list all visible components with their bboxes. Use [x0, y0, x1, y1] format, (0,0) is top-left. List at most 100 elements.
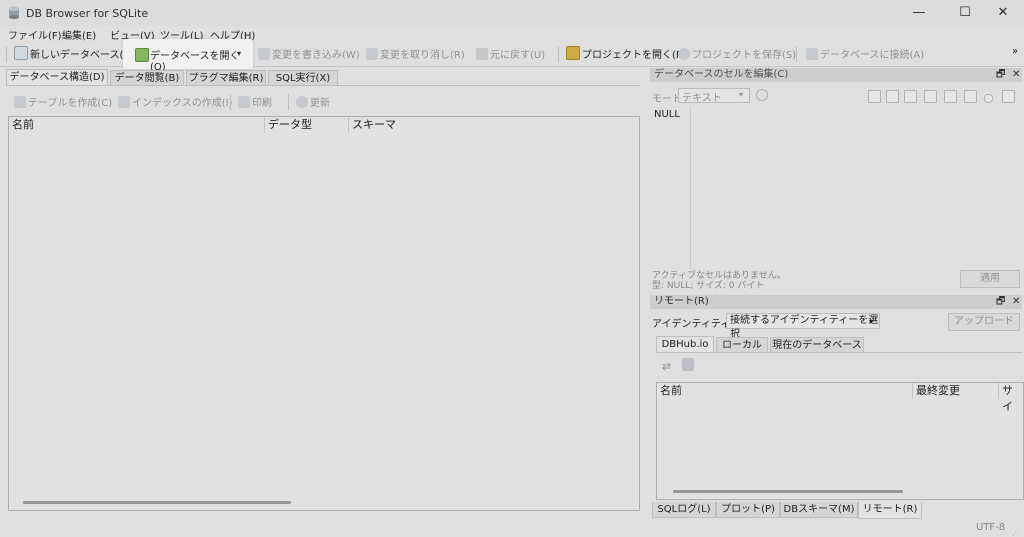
tab-database-structure[interactable]: データベース構造(D): [6, 69, 108, 86]
open-project-button[interactable]: プロジェクトを開く(P): [566, 46, 686, 62]
tab-plot[interactable]: プロット(P): [716, 502, 780, 518]
gear-icon[interactable]: [756, 89, 768, 101]
write-changes-button[interactable]: 変更を書き込み(W): [258, 46, 360, 62]
attach-database-icon: [806, 48, 818, 60]
attach-database-label: データベースに接続(A): [820, 50, 925, 61]
tab-underline: [656, 352, 1022, 353]
tab-underline: [6, 85, 640, 86]
sync-icon[interactable]: ⇄: [662, 360, 671, 373]
mode-select[interactable]: テキスト ▾: [678, 88, 750, 104]
save-project-icon: [678, 48, 690, 60]
horizontal-scrollbar[interactable]: [23, 501, 291, 504]
set-null-icon[interactable]: [904, 90, 917, 103]
save-project-label: プロジェクトを保存(S): [692, 50, 797, 61]
chevron-down-icon: ▾: [869, 317, 874, 326]
open-project-folder-icon: [566, 46, 580, 60]
undo-button[interactable]: 元に戻す(U): [476, 46, 545, 62]
chevron-down-icon[interactable]: ▾: [237, 49, 241, 58]
refresh-button[interactable]: 更新: [296, 94, 330, 110]
column-header-name[interactable]: 名前: [9, 117, 265, 133]
cell-editor-area[interactable]: [690, 106, 1023, 268]
null-text: NULL: [654, 109, 680, 120]
title-bar: DB Browser for SQLite — ☐ ✕: [0, 0, 1024, 26]
tab-db-schema[interactable]: DBスキーマ(M): [780, 502, 858, 518]
create-index-icon: [118, 96, 130, 108]
column-header-schema[interactable]: スキーマ: [349, 117, 639, 133]
remote-file-list[interactable]: 名前 最終変更 サイ: [656, 382, 1024, 500]
export-icon[interactable]: [886, 90, 899, 103]
toolbar-grip: [6, 46, 7, 62]
create-index-label: インデックスの作成(I): [132, 98, 233, 109]
new-database-button[interactable]: 新しいデータベース(N): [14, 46, 135, 62]
create-table-icon: [14, 96, 26, 108]
create-table-button[interactable]: テーブルを作成(C): [14, 94, 112, 110]
revert-changes-icon: [366, 48, 378, 60]
resize-grip-icon[interactable]: ⋰: [1012, 528, 1020, 537]
tab-browse-data[interactable]: データ閲覧(B): [110, 70, 184, 86]
minimize-button[interactable]: —: [896, 0, 942, 26]
toolbar-separator: [558, 46, 559, 62]
toolbar-separator: [230, 94, 231, 110]
write-changes-icon: [258, 48, 270, 60]
close-dock-icon[interactable]: ✕: [1012, 295, 1020, 309]
identity-select[interactable]: 接続するアイデンティティーを選択 ▾: [726, 313, 880, 340]
write-changes-label: 変更を書き込み(W): [272, 50, 360, 61]
tab-current-database[interactable]: 現在のデータベース: [770, 337, 864, 353]
database-app-icon: [9, 6, 19, 20]
tab-edit-pragmas[interactable]: プラグマ編集(R): [186, 70, 266, 86]
float-dock-icon[interactable]: 🗗: [996, 68, 1005, 82]
refresh-label: 更新: [310, 98, 330, 109]
attach-database-button[interactable]: データベースに接続(A): [806, 46, 924, 62]
menu-edit[interactable]: 編集(E): [62, 27, 96, 42]
word-wrap-icon[interactable]: [944, 90, 957, 103]
create-table-label: テーブルを作成(C): [28, 98, 113, 109]
printer-icon: [238, 96, 250, 108]
upload-label: アップロード: [954, 316, 1014, 327]
revert-changes-label: 変更を取り消し(R): [380, 50, 465, 61]
float-dock-icon[interactable]: 🗗: [996, 295, 1005, 309]
tab-remote[interactable]: リモート(R): [858, 502, 922, 519]
column-header-size[interactable]: サイ: [999, 383, 1023, 413]
format-icon[interactable]: [924, 90, 937, 103]
remote-title: リモート(R): [654, 296, 709, 307]
toggle-icon[interactable]: [984, 94, 993, 103]
mode-select-value: テキスト: [682, 93, 722, 104]
column-header-type[interactable]: データ型: [265, 117, 349, 133]
tab-local[interactable]: ローカル: [716, 337, 768, 353]
import-icon[interactable]: [868, 90, 881, 103]
printer-icon[interactable]: [1002, 90, 1015, 103]
refresh-icon: [296, 96, 308, 108]
close-dock-icon[interactable]: ✕: [1012, 68, 1020, 82]
toolbar-separator: [288, 94, 289, 110]
new-database-label: 新しいデータベース(N): [30, 50, 135, 61]
remote-dock-header: リモート(R) 🗗 ✕: [650, 295, 1022, 309]
print-button[interactable]: 印刷: [238, 94, 272, 110]
encoding-status: UTF-8: [976, 522, 1006, 533]
auto-format-icon[interactable]: [964, 90, 977, 103]
column-header-last-modified[interactable]: 最終変更: [913, 383, 999, 399]
tab-sql-log[interactable]: SQLログ(L): [652, 502, 716, 518]
cell-status-line2: 型: NULL; サイズ: 0 バイト: [652, 281, 765, 291]
toolbar-separator: [796, 46, 797, 62]
tab-execute-sql[interactable]: SQL実行(X): [268, 70, 338, 86]
print-label: 印刷: [252, 98, 272, 109]
create-index-button[interactable]: インデックスの作成(I): [118, 94, 232, 110]
tab-dbhub[interactable]: DBHub.io: [656, 336, 714, 353]
window-title: DB Browser for SQLite: [26, 7, 149, 20]
save-project-button[interactable]: プロジェクトを保存(S): [678, 46, 796, 62]
open-database-button[interactable]: データベースを開く(O) ▾: [123, 39, 253, 73]
open-database-icon: [135, 48, 149, 62]
toolbar-overflow-button[interactable]: »: [1012, 46, 1018, 62]
apply-button[interactable]: 適用: [960, 270, 1020, 288]
new-database-icon: [14, 46, 28, 60]
schema-tree[interactable]: 名前 データ型 スキーマ: [8, 116, 640, 511]
column-header-name[interactable]: 名前: [657, 383, 913, 399]
menu-file[interactable]: ファイル(F): [8, 27, 62, 42]
close-window-button[interactable]: ✕: [980, 0, 1024, 26]
open-project-label: プロジェクトを開く(P): [582, 50, 686, 61]
horizontal-scrollbar[interactable]: [673, 490, 903, 493]
clone-database-icon[interactable]: [682, 358, 694, 371]
upload-button[interactable]: アップロード: [948, 313, 1020, 331]
revert-changes-button[interactable]: 変更を取り消し(R): [366, 46, 465, 62]
edit-cell-dock-header: データベースのセルを編集(C) 🗗 ✕: [650, 68, 1022, 82]
